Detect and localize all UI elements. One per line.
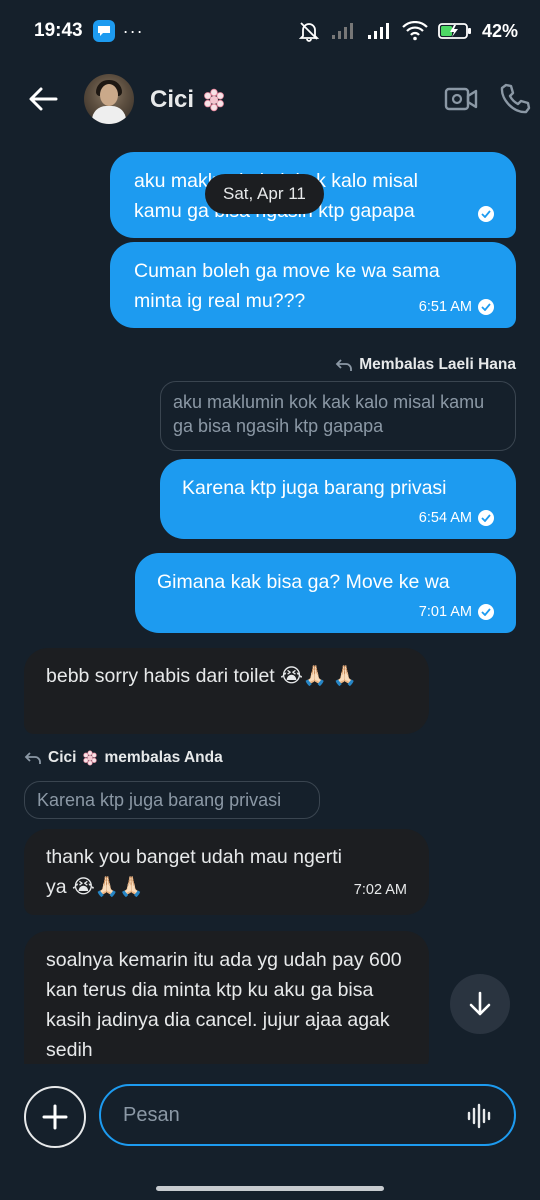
reply-quote-text: aku maklumin kok kak kalo misal kamu ga … [173, 392, 485, 436]
back-arrow-icon [29, 87, 58, 111]
more-notifications-icon: ··· [122, 20, 144, 41]
video-call-button[interactable] [444, 84, 478, 114]
messages-app-icon [92, 20, 115, 42]
reply-note-name: Cici [48, 749, 77, 766]
message-text: thank you banget udah mau ngerti ya 😭🙏🏻🙏… [46, 846, 342, 898]
contact-name-button[interactable]: Cici [150, 86, 226, 114]
message-time: 6:51 AM [418, 299, 472, 315]
plus-icon [42, 1104, 68, 1130]
message-bubble-outgoing[interactable]: Gimana kak bisa ga? Move ke wa 7:01 AM [135, 553, 516, 633]
double-check-icon [478, 510, 494, 526]
signal-off-icon [331, 23, 353, 39]
message-text: Karena ktp juga barang privasi [182, 477, 447, 499]
status-bar: 19:43 ··· 42% [0, 0, 540, 62]
message-input[interactable] [99, 1084, 516, 1146]
reply-indicator: Cici membalas Anda [24, 749, 223, 767]
message-time: 6:54 AM [418, 510, 472, 526]
reply-quote[interactable]: aku maklumin kok kak kalo misal kamu ga … [160, 381, 516, 451]
reply-quote-text: Karena ktp juga barang privasi [37, 790, 282, 810]
flower-emoji-icon [83, 750, 98, 766]
wifi-icon [402, 21, 428, 41]
avatar[interactable] [84, 74, 134, 124]
double-check-icon [478, 604, 494, 620]
phone-call-icon [500, 83, 531, 114]
double-check-icon [478, 299, 494, 315]
reply-indicator: Membalas Laeli Hana [335, 356, 516, 374]
conversation-header: Cici [0, 62, 540, 138]
message-composer [0, 1064, 540, 1164]
message-bubble-incoming[interactable]: soalnya kemarin itu ada yg udah pay 600 … [24, 931, 429, 1064]
voice-wave-icon [467, 1103, 491, 1129]
message-text: Gimana kak bisa ga? Move ke wa [157, 571, 450, 593]
message-bubble-outgoing[interactable]: Karena ktp juga barang privasi 6:54 AM [160, 459, 516, 539]
contact-name: Cici [150, 86, 195, 113]
double-check-icon [478, 206, 494, 222]
battery-charging-icon [438, 23, 471, 39]
message-time: 7:02 AM [353, 882, 407, 898]
message-time: 7:01 AM [418, 604, 472, 620]
message-list[interactable]: aku maklumin kok kak kalo misal kamu ga … [0, 138, 540, 1064]
mute-bell-icon [298, 22, 320, 42]
home-indicator[interactable] [156, 1186, 384, 1191]
reply-arrow-icon [335, 359, 353, 371]
reply-quote[interactable]: Karena ktp juga barang privasi [24, 781, 320, 819]
flower-emoji-icon [204, 88, 224, 112]
video-call-icon [444, 87, 478, 111]
reply-arrow-icon [24, 752, 41, 764]
message-bubble-incoming[interactable]: bebb sorry habis dari toilet 😭🙏🏻 🙏🏻 [24, 648, 429, 734]
battery-percent: 42% [481, 20, 518, 41]
scroll-down-icon [469, 991, 491, 1016]
reply-note-text: Membalas Laeli Hana [359, 356, 516, 373]
date-separator: Sat, Apr 11 [205, 174, 324, 214]
message-text: soalnya kemarin itu ada yg udah pay 600 … [46, 949, 402, 1061]
reply-note-text: membalas Anda [104, 749, 223, 766]
add-attachment-button[interactable] [24, 1086, 86, 1148]
scroll-to-bottom-button[interactable] [450, 974, 510, 1034]
message-bubble-outgoing[interactable]: Cuman boleh ga move ke wa sama minta ig … [110, 242, 516, 328]
message-text: bebb sorry habis dari toilet 😭🙏🏻 🙏🏻 [46, 665, 357, 687]
signal-icon [367, 23, 389, 39]
voice-message-button[interactable] [466, 1102, 494, 1130]
status-time: 19:43 [34, 20, 83, 41]
voice-call-button[interactable] [498, 82, 532, 116]
message-bubble-incoming[interactable]: thank you banget udah mau ngerti ya 😭🙏🏻🙏… [24, 829, 429, 915]
back-button[interactable] [26, 82, 60, 116]
